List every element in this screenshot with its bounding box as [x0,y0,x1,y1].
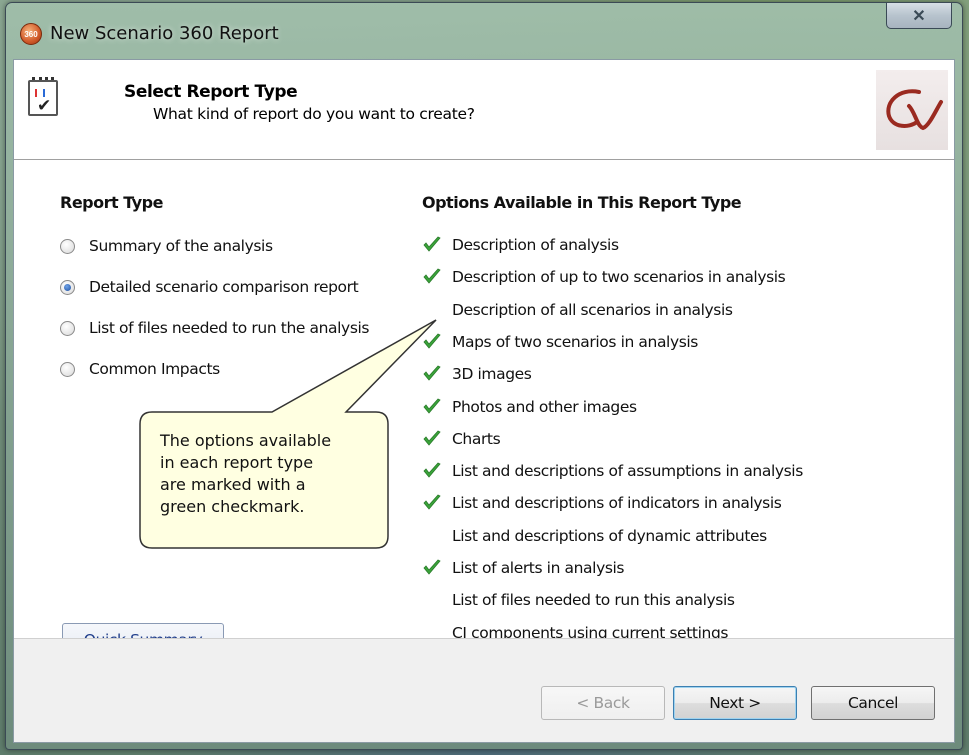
wizard-header: ✔ Select Report Type What kind of report… [14,60,954,160]
cancel-button[interactable]: Cancel [811,686,935,720]
option-label: Photos and other images [452,397,637,416]
back-button[interactable]: < Back [541,686,665,720]
green-checkmark-icon [423,462,441,478]
report-wizard-window: 360 New Scenario 360 Report ✕ ✔ Select R… [5,2,963,750]
app-360-icon: 360 [20,23,42,45]
report-type-heading: Report Type [60,193,163,212]
radio-list-files[interactable]: List of files needed to run the analysis [60,317,369,339]
radio-button[interactable] [60,361,75,377]
dialog-client-area: ✔ Select Report Type What kind of report… [13,59,955,743]
window-title: New Scenario 360 Report [50,23,279,44]
green-checkmark-icon [423,430,441,446]
close-icon: ✕ [912,7,926,25]
option-item: Photos and other images [422,396,637,418]
option-label: Description of analysis [452,236,619,254]
green-checkmark-icon [423,494,441,511]
option-item: List of files needed to run this analysi… [422,589,735,611]
option-item: Description of analysis [422,234,619,256]
callout-line: are marked with a [160,475,306,494]
radio-label: Detailed scenario comparison report [89,278,359,296]
radio-label: List of files needed to run the analysis [89,319,370,337]
radio-label: Common Impacts [89,360,220,378]
radio-summary-analysis[interactable]: Summary of the analysis [60,235,273,257]
option-label: Description of up to two scenarios in an… [452,268,786,287]
option-label: List and descriptions of indicators in a… [452,494,782,513]
green-checkmark-icon [423,268,441,284]
option-item: Description of up to two scenarios in an… [422,266,786,288]
radio-button[interactable] [60,320,75,336]
header-title: Select Report Type [124,82,298,102]
next-button[interactable]: Next > [673,686,797,720]
callout-line: green checkmark. [160,497,305,516]
wizard-body: Report Type Summary of the analysis Deta… [14,161,954,657]
radio-common-impacts[interactable]: Common Impacts [60,358,220,380]
option-item: List and descriptions of indicators in a… [422,492,782,514]
option-label: List of files needed to run this analysi… [452,591,735,610]
cv-logo-icon [876,70,948,150]
option-label: Maps of two scenarios in analysis [452,332,698,351]
green-checkmark-icon [423,236,441,252]
option-label: List and descriptions of assumptions in … [452,462,803,481]
header-subtitle: What kind of report do you want to creat… [153,105,475,123]
callout-line: in each report type [160,453,314,472]
option-label: Description of all scenarios in analysis [452,300,733,319]
radio-detailed-comparison[interactable]: Detailed scenario comparison report [60,276,359,298]
radio-button-selected[interactable] [60,279,75,295]
green-checkmark-icon [423,559,441,575]
callout-text: The options available in each report typ… [160,430,370,518]
green-checkmark-icon [423,365,441,381]
option-label: List of alerts in analysis [452,559,625,577]
report-checklist-icon: ✔ [28,77,58,116]
radio-button[interactable] [60,238,75,254]
option-item: 3D images [422,363,532,385]
option-item: List and descriptions of assumptions in … [422,460,803,482]
green-checkmark-icon [423,333,441,349]
close-button[interactable]: ✕ [886,3,952,29]
callout-line: The options available [160,431,332,450]
green-checkmark-icon [423,398,441,414]
option-label: Charts [452,429,501,448]
option-item: Maps of two scenarios in analysis [422,331,698,353]
option-item: Description of all scenarios in analysis [422,299,733,321]
radio-label: Summary of the analysis [89,237,273,255]
option-item: Charts [422,428,501,450]
options-available-heading: Options Available in This Report Type [422,193,742,212]
option-label: List and descriptions of dynamic attribu… [452,526,767,545]
title-bar[interactable]: 360 New Scenario 360 Report ✕ [6,3,962,60]
option-label: 3D images [452,365,532,384]
option-item: List of alerts in analysis [422,557,625,579]
option-item: List and descriptions of dynamic attribu… [422,525,767,547]
